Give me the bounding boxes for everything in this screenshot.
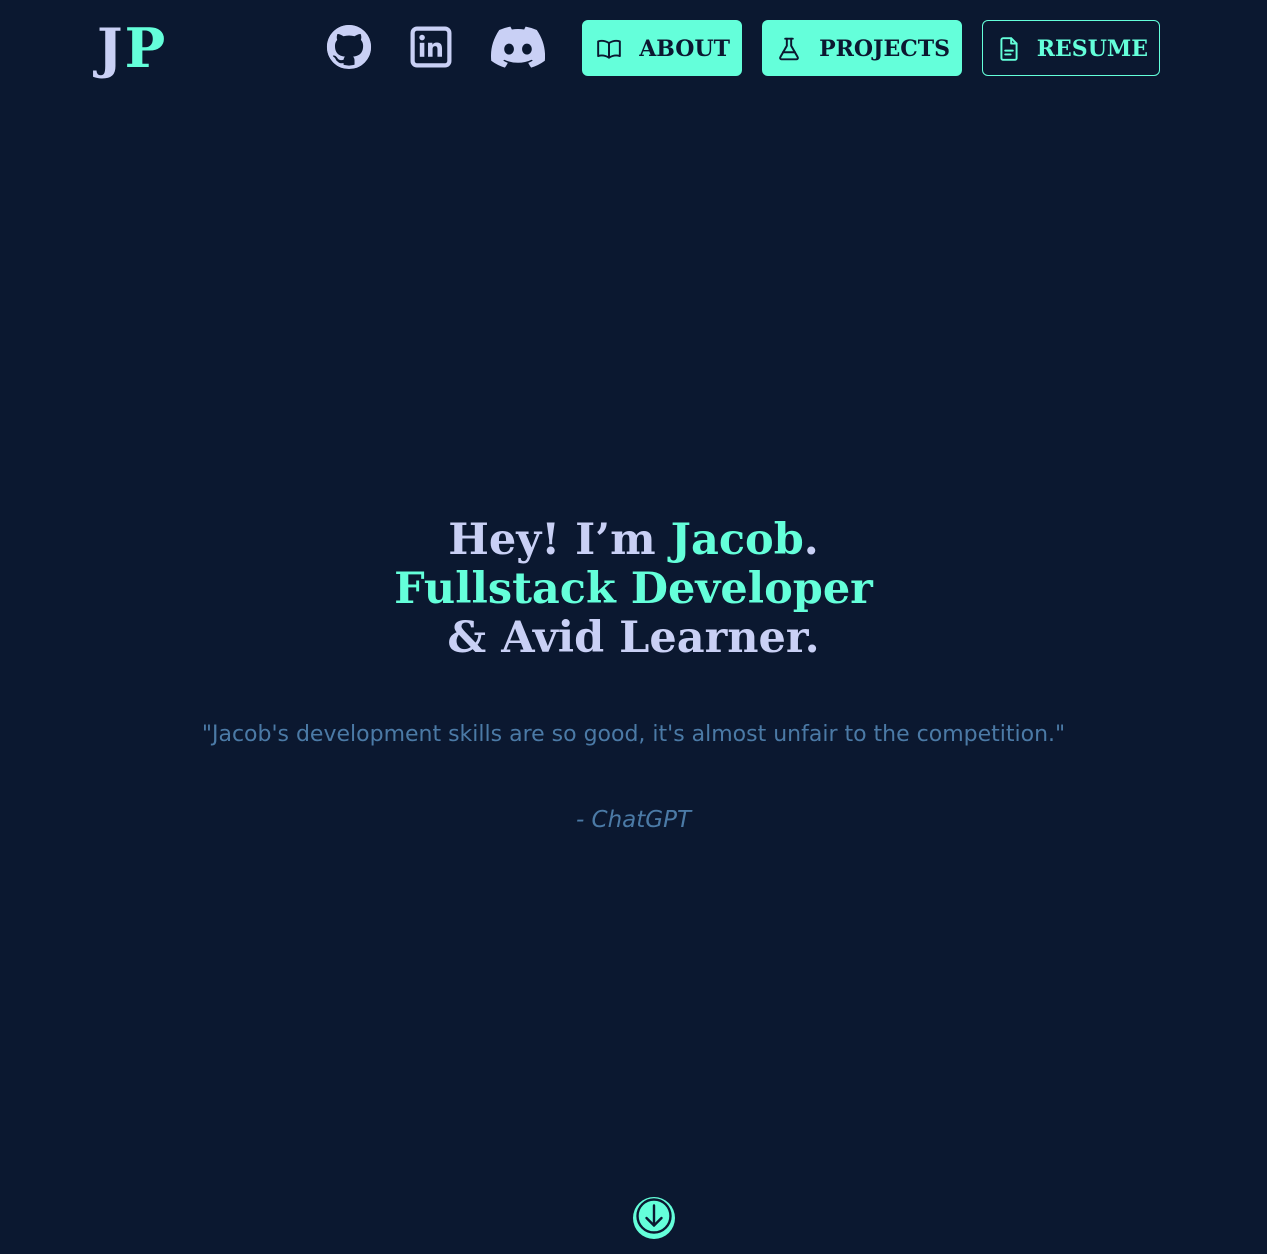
hero-heading: Hey! I’m Jacob. Fullstack Developer & Av…: [0, 516, 1267, 663]
hero-tagline: & Avid Learner.: [447, 613, 820, 663]
discord-link[interactable]: [490, 24, 546, 70]
scroll-down-button[interactable]: [633, 1197, 675, 1239]
github-icon: [326, 24, 372, 70]
discord-icon: [491, 26, 545, 68]
site-logo[interactable]: JP: [97, 18, 167, 78]
linkedin-link[interactable]: [409, 25, 453, 69]
projects-label: PROJECTS: [819, 36, 950, 62]
about-button[interactable]: ABOUT: [582, 20, 742, 76]
logo-letter-p: P: [124, 16, 168, 80]
book-open-icon: [595, 35, 623, 63]
testimonial-quote: "Jacob's development skills are so good,…: [201, 722, 1066, 747]
hero-greeting: Hey! I’m: [448, 515, 671, 565]
arrow-down-circle-icon: [634, 1196, 674, 1240]
testimonial-attribution: - ChatGPT: [575, 807, 692, 833]
about-label: ABOUT: [639, 36, 730, 62]
hero-role: Fullstack Developer: [394, 564, 873, 614]
flask-icon: [775, 35, 803, 63]
document-icon: [995, 35, 1023, 63]
hero-line-1: Hey! I’m Jacob.: [448, 515, 819, 565]
projects-button[interactable]: PROJECTS: [762, 20, 962, 76]
hero-period: .: [803, 515, 819, 565]
resume-label: RESUME: [1036, 36, 1148, 62]
resume-button[interactable]: RESUME: [982, 20, 1160, 76]
github-link[interactable]: [326, 24, 372, 70]
linkedin-icon: [410, 26, 452, 68]
hero-name: Jacob: [670, 515, 804, 565]
logo-letter-j: J: [97, 16, 125, 80]
